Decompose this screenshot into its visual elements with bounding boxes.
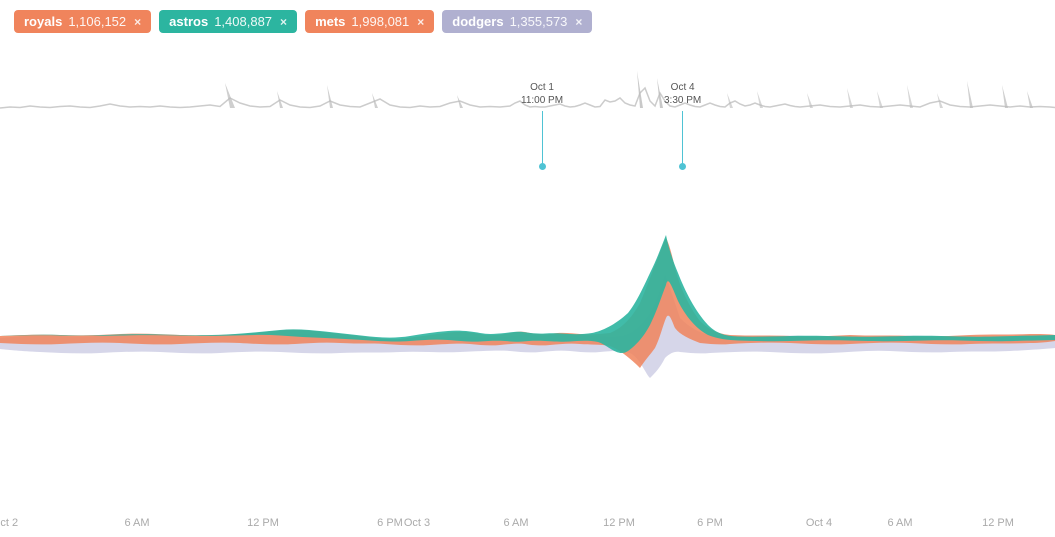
marker1-overview: Oct 1 11:00 PM	[521, 81, 563, 170]
marker2-label-line1: Oct 4	[671, 82, 695, 93]
tag-astros-close[interactable]: ×	[280, 15, 287, 29]
tag-royals-close[interactable]: ×	[134, 15, 141, 29]
marker1-label-line1: Oct 1	[530, 82, 554, 93]
tag-dodgers[interactable]: dodgers 1,355,573 ×	[442, 10, 592, 33]
xaxis-6am-oct2: 6 AM	[124, 517, 149, 529]
xaxis-oct3: Oct 3	[404, 517, 430, 529]
xaxis-oct2: Oct 2	[0, 517, 18, 529]
xaxis-6pm-oct2: 6 PM	[377, 517, 403, 529]
marker2-overview: Oct 4 3:30 PM	[664, 81, 701, 170]
xaxis-6am-oct3: 6 AM	[503, 517, 528, 529]
xaxis: Oct 2 6 AM 12 PM 6 PM Oct 3 6 AM 12 PM 6…	[0, 509, 1055, 537]
tag-astros[interactable]: astros 1,408,887 ×	[159, 10, 297, 33]
xaxis-6am-oct4: 6 AM	[887, 517, 912, 529]
xaxis-6pm-oct3: 6 PM	[697, 517, 723, 529]
tag-royals-name: royals	[24, 14, 62, 29]
tag-mets[interactable]: mets 1,998,081 ×	[305, 10, 434, 33]
marker1-label-line2: 11:00 PM	[521, 95, 563, 106]
xaxis-oct4: Oct 4	[806, 517, 832, 529]
xaxis-12pm-oct2: 12 PM	[247, 517, 279, 529]
tag-dodgers-close[interactable]: ×	[575, 15, 582, 29]
tag-mets-count: 1,998,081	[351, 14, 409, 29]
main-chart	[0, 173, 1055, 493]
tag-astros-count: 1,408,887	[214, 14, 272, 29]
chart-area: Oct 1 11:00 PM Oct 4 3:30 PM Oct 2 6 AM …	[0, 43, 1055, 513]
tag-mets-close[interactable]: ×	[417, 15, 424, 29]
tag-royals-count: 1,106,152	[68, 14, 126, 29]
tag-royals[interactable]: royals 1,106,152 ×	[14, 10, 151, 33]
marker2-label-line2: 3:30 PM	[664, 95, 701, 106]
tag-astros-name: astros	[169, 14, 208, 29]
xaxis-12pm-oct3: 12 PM	[603, 517, 635, 529]
tags-row: royals 1,106,152 × astros 1,408,887 × me…	[0, 0, 1055, 43]
tag-mets-name: mets	[315, 14, 345, 29]
tag-dodgers-name: dodgers	[452, 14, 503, 29]
xaxis-12pm-oct4: 12 PM	[982, 517, 1014, 529]
tag-dodgers-count: 1,355,573	[510, 14, 568, 29]
